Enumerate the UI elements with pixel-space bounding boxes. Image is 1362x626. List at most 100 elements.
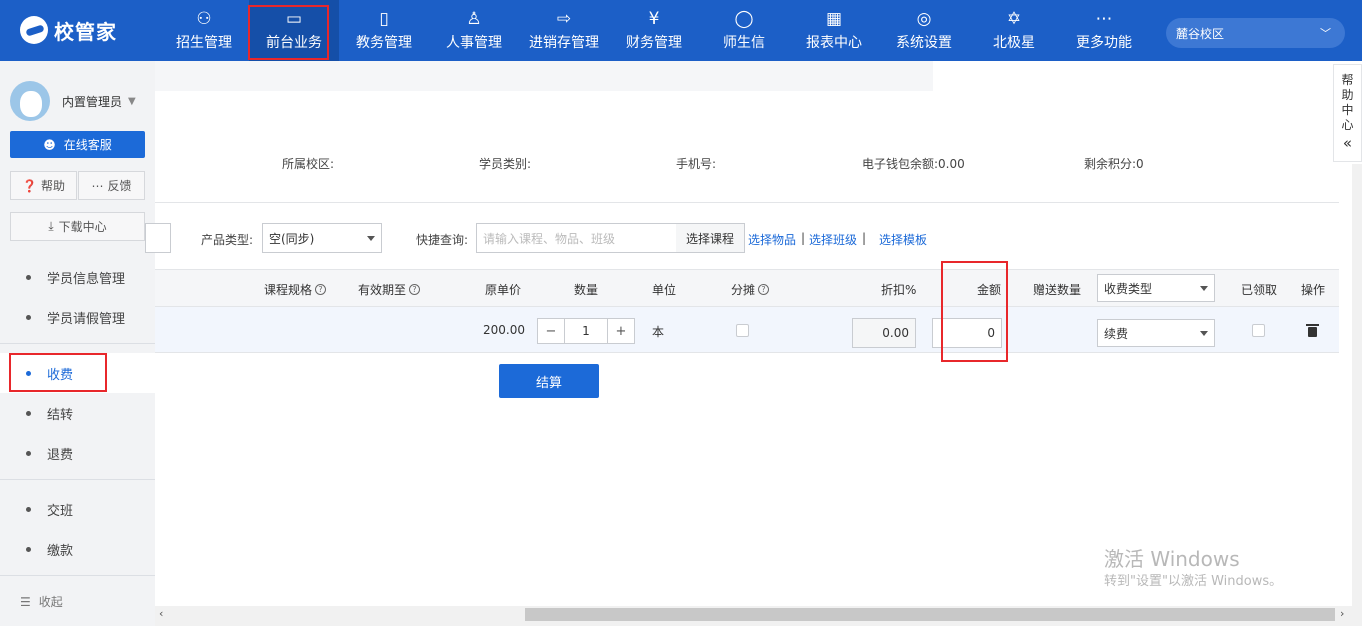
windows-activation-title: 激活 Windows <box>1104 547 1240 571</box>
decrement-button[interactable]: − <box>538 319 564 343</box>
nav-item-recruit[interactable]: ⚇ 招生管理 <box>159 0 249 61</box>
nav-label: 教务管理 <box>356 35 412 51</box>
double-chevron-left-icon: « <box>1342 134 1353 152</box>
menu-item-student-info[interactable]: 学员信息管理 <box>0 257 155 297</box>
quantity-value[interactable]: 1 <box>564 319 608 343</box>
col-received: 已领取 <box>1241 283 1278 297</box>
feedback-button[interactable]: ⋯ 反馈 <box>78 171 145 200</box>
points-value: 0 <box>1136 157 1144 171</box>
help-circle-icon[interactable]: ? <box>315 284 327 295</box>
fee-type-select[interactable]: 续费 <box>1097 319 1215 347</box>
wallet-balance: 电子钱包余额:0.00 <box>862 155 965 172</box>
brand-logo[interactable]: 校管家 <box>20 15 117 45</box>
help-circle-icon[interactable]: ? <box>409 284 421 295</box>
campus-info-label: 所属校区: <box>282 157 335 171</box>
nav-label: 前台业务 <box>266 35 322 51</box>
bullet-icon <box>26 546 31 552</box>
menu-item-refund[interactable]: 退费 <box>0 433 155 473</box>
menu-item-charge[interactable]: 收费 <box>0 353 155 393</box>
menu-label: 结转 <box>47 407 74 423</box>
nav-item-polaris[interactable]: ✡ 北极星 <box>969 0 1059 61</box>
student-type-label: 学员类别: <box>479 157 532 171</box>
menu-item-student-leave[interactable]: 学员请假管理 <box>0 297 155 337</box>
trash-icon[interactable] <box>1306 324 1319 337</box>
person-icon: ♙ <box>466 9 482 29</box>
scroll-left-icon[interactable]: ‹ <box>159 607 163 620</box>
select-goods-link[interactable]: 选择物品 <box>748 231 796 248</box>
amount-input[interactable]: 0 <box>932 318 1002 348</box>
select-course-button[interactable]: 选择课程 <box>676 223 745 253</box>
table-header: 课程规格? 有效期至? 原单价 数量 单位 分摊? 折扣% 金额 赠送数量 收费… <box>155 269 1339 307</box>
product-type-label: 产品类型: <box>201 233 254 247</box>
inventory-icon: ⇨ <box>556 9 572 29</box>
col-apportion: 分摊? <box>731 281 770 298</box>
nav-item-hr[interactable]: ♙ 人事管理 <box>429 0 519 61</box>
star-icon: ✡ <box>1006 9 1022 29</box>
bullet-icon <box>26 506 31 512</box>
menu-label: 收费 <box>47 367 74 383</box>
nav-label: 系统设置 <box>896 35 952 51</box>
quick-search-placeholder: 请输入课程、物品、班级 <box>483 231 616 246</box>
user-menu[interactable]: 内置管理员 ▼ <box>10 81 136 121</box>
nav-item-front-desk[interactable]: ▭ 前台业务 <box>249 0 339 61</box>
menu-divider <box>0 479 155 480</box>
apportion-checkbox[interactable] <box>736 324 749 337</box>
chevron-down-icon: ﹀ <box>1320 27 1331 40</box>
select-class-link[interactable]: 选择班级 <box>809 231 857 248</box>
top-navbar: 校管家 ⚇ 招生管理 ▭ 前台业务 ▯ 教务管理 ♙ 人事管理 ⇨ 进销存管理 ¥ 财务管理… <box>0 0 1362 61</box>
help-button[interactable]: ❓ 帮助 <box>10 171 77 200</box>
menu-divider <box>0 343 155 344</box>
menu-item-payment[interactable]: 缴款 <box>0 529 155 569</box>
col-valid-until-label: 有效期至 <box>358 283 407 297</box>
campus-selector[interactable]: 麓谷校区 ﹀ <box>1166 18 1345 48</box>
nav-item-reports[interactable]: ▦ 报表中心 <box>789 0 879 61</box>
menu-item-transfer[interactable]: 结转 <box>0 393 155 433</box>
help-side-char: 心 <box>1341 118 1354 132</box>
help-circle-icon[interactable]: ? <box>758 284 770 295</box>
menu-divider <box>0 575 155 576</box>
select-template-link[interactable]: 选择模板 <box>879 231 927 248</box>
product-type-select[interactable]: 空(同步) <box>262 223 382 253</box>
horizontal-scrollbar[interactable]: ‹ › <box>155 606 1362 626</box>
nav-item-settings[interactable]: ◎ 系统设置 <box>879 0 969 61</box>
menu-label: 缴款 <box>47 543 74 559</box>
increment-button[interactable]: + <box>608 319 634 343</box>
settle-button[interactable]: 结算 <box>499 364 599 398</box>
help-side-char: 助 <box>1341 88 1354 102</box>
campus-name: 麓谷校区 <box>1176 26 1225 41</box>
discount-input[interactable]: 0.00 <box>852 318 916 348</box>
quick-search-input[interactable]: 请输入课程、物品、班级 <box>476 223 677 253</box>
windows-activation-hint: 转到"设置"以激活 Windows。 <box>1104 574 1283 589</box>
academic-icon: ▯ <box>379 9 389 29</box>
nav-label: 招生管理 <box>176 35 232 51</box>
fee-type-value: 续费 <box>1104 326 1129 341</box>
quantity-stepper[interactable]: − 1 + <box>537 318 635 344</box>
nav-label: 北极星 <box>993 35 1035 51</box>
online-service-button[interactable]: ☻ 在线客服 <box>10 131 145 158</box>
fee-type-header-select[interactable]: 收费类型 <box>1097 274 1215 302</box>
report-icon: ▦ <box>825 9 843 29</box>
unit-price-value: 200.00 <box>483 323 525 337</box>
help-center-tab[interactable]: 帮 助 中 心 « <box>1333 64 1362 162</box>
truncated-input[interactable] <box>145 223 171 253</box>
nav-item-inventory[interactable]: ⇨ 进销存管理 <box>519 0 609 61</box>
nav-item-messages[interactable]: ◯ 师生信 <box>699 0 789 61</box>
brand-name: 校管家 <box>54 19 117 44</box>
nav-item-finance[interactable]: ¥ 财务管理 <box>609 0 699 61</box>
help-label: 帮助 <box>40 179 65 193</box>
col-spec-label: 课程规格 <box>264 283 313 297</box>
dropdown-arrow-icon <box>1200 285 1208 291</box>
received-checkbox[interactable] <box>1252 324 1265 337</box>
points-label: 剩余积分: <box>1084 157 1137 171</box>
scroll-right-icon[interactable]: › <box>1340 607 1344 620</box>
gear-icon: ◎ <box>916 9 932 29</box>
collapse-sidebar-button[interactable]: ☰ 收起 <box>20 593 63 610</box>
menu-item-shift-handover[interactable]: 交班 <box>0 489 155 529</box>
nav-item-academic[interactable]: ▯ 教务管理 <box>339 0 429 61</box>
download-center-button[interactable]: ⤓ 下载中心 <box>10 212 145 241</box>
nav-label: 报表中心 <box>806 35 862 51</box>
col-unit-price: 原单价 <box>485 283 522 297</box>
nav-item-more[interactable]: ⋯ 更多功能 <box>1059 0 1149 61</box>
vertical-scrollbar[interactable] <box>1352 164 1362 606</box>
scrollbar-thumb[interactable] <box>525 608 1335 621</box>
